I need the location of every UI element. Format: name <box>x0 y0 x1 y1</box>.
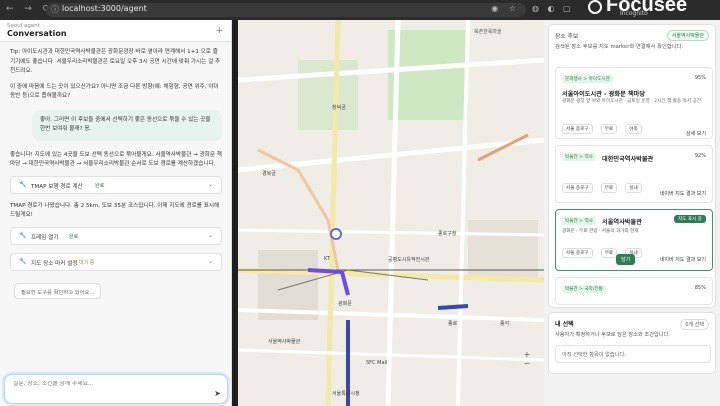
extension-icons[interactable]: ◍ ◐ ▢ <box>532 4 574 13</box>
map-view[interactable]: 북촌한옥마을 창덕궁 경복궁 광화문 종각 종로 서울역사박물관 SFC Mal… <box>238 20 544 406</box>
thinking-indicator: 필요한 도구를 확인하고 있어요... <box>14 282 102 299</box>
place-info: 광화문 광장 앞 야외 아이도시관 · 금토일 운영 · 2시간 책 활용 독서… <box>562 99 701 104</box>
tag: 무료 <box>600 248 618 258</box>
tag: 서울 종로구 <box>562 124 593 134</box>
user-message: 좋아. 그러면 이 후보들 중에서 선택하기 좋은 동선으로 묶을 수 있는 곳… <box>32 109 222 141</box>
info-icon[interactable]: ⓘ <box>51 4 59 15</box>
bookmark-icon[interactable]: ◉ ☆ <box>491 4 520 13</box>
map-label: 공평도시유적전시관 <box>388 257 430 263</box>
category-chip: 박물관 > 국악/전통 <box>562 285 606 293</box>
chat-header: Seoul agent Conversation + <box>0 20 231 42</box>
map-label: 서울역사박물관 <box>268 339 301 345</box>
map-canvas[interactable] <box>238 20 544 406</box>
zoom-out-icon[interactable]: − <box>520 359 534 368</box>
map-label: 서울특별시청 <box>332 391 360 397</box>
my-selection-desc: 사용자가 확정하거나 후보로 담은 장소와 조건입니다. <box>555 332 670 338</box>
detail-link[interactable]: 네이버 지도 결과 보기 <box>660 256 706 263</box>
candidate-title: 장소 후보 <box>555 34 579 40</box>
place-name: 서울역사박물관 <box>602 219 642 226</box>
places-panel: 장소 후보 서울역사박물관 검색된 장소 후보를 지도 marker와 연결해서… <box>544 20 720 406</box>
tool-call-marker[interactable]: 🔧 지도 장소 마커 설정 대기 중 ⌄ <box>10 252 222 271</box>
place-card[interactable]: 문화행사 > 아이도시관 95% 서울아이도시관 - 광화문 책마당 광화문 광… <box>555 67 713 139</box>
map-label: 광화문 <box>338 301 352 307</box>
place-name: 서울아이도시관 - 광화문 책마당 <box>562 91 646 98</box>
tag: 서울 종로구 <box>562 248 593 258</box>
assistant-message: 좋습니다! 지도에 있는 4곳을 도보 선택 동선으로 묶어볼게요. 서울역사박… <box>10 151 222 168</box>
tool-call-frame[interactable]: 🔧 프레임 열기 완료 ⌄ <box>10 226 222 245</box>
address-bar[interactable]: ⓘ localhost:3000/agent ◉ ☆ <box>46 3 526 17</box>
tag: 서울 종로구 <box>562 183 593 193</box>
match-percent: 85% <box>694 285 706 291</box>
chat-input-box[interactable]: ➤ <box>4 374 228 404</box>
map-shown-badge: 지도 표시 중 <box>673 215 706 223</box>
wrench-icon: 🔧 <box>19 231 27 239</box>
tag-list: 서울 종로구 무료 야외 <box>562 115 645 134</box>
message-list: Tip: 아이도시관과 대한민국역사박물관은 광화문광장 바로 옆이라 연계해서… <box>0 42 232 372</box>
my-selection-card: 내 선택 0개 선택 사용자가 확정하거나 후보로 담은 장소와 조건입니다. … <box>548 312 716 374</box>
zoom-in-icon[interactable]: + <box>520 350 534 359</box>
zoom-controls[interactable]: + − <box>520 350 534 368</box>
tool-label: 지도 장소 마커 설정 <box>31 260 78 267</box>
url-text: localhost:3000/agent <box>62 4 147 13</box>
page-title: Conversation <box>7 29 67 38</box>
tag: 실내 <box>625 183 642 193</box>
match-percent: 92% <box>694 153 706 159</box>
category-chip: 박물관 > 역사 <box>562 217 596 225</box>
add-button[interactable]: 담기 <box>616 254 636 265</box>
assistant-message: TMAP 경로가 나왔습니다. 총 2.5km, 도보 35분 코스입니다. 이… <box>10 202 220 219</box>
tool-status: 대기 중 <box>79 259 95 266</box>
chat-panel: Seoul agent Conversation + Tip: 아이도시관과 대… <box>0 20 232 406</box>
map-label: 종로구청 <box>438 231 457 237</box>
tag: 야외 <box>625 124 642 134</box>
map-label: 종각 <box>500 321 510 327</box>
place-card[interactable]: 박물관 > 역사 대한민국역사박물관 92% 서울 종로구 무료 실내 네이버 … <box>555 145 713 203</box>
detail-link[interactable]: 상세 보기 <box>686 130 706 137</box>
tool-call-route[interactable]: 🔧 TMAP 보행 경로 계산 완료 ⌄ <box>10 175 222 194</box>
map-label: SFC Mall <box>366 360 388 366</box>
tag-list: 서울 종로구 무료 실내 <box>562 174 645 193</box>
tool-label: 프레임 열기 <box>31 234 59 241</box>
map-label: 창덕궁 <box>332 105 346 111</box>
assistant-message: 이 중에 마음에 드는 곳이 있으신가요? 아니면 조금 다른 방향(예: 체험… <box>10 83 219 100</box>
map-label: 종로 <box>448 321 458 327</box>
chat-input[interactable] <box>13 381 213 387</box>
empty-state: 아직 선택한 항목이 없습니다. <box>555 345 711 363</box>
place-card-selected[interactable]: 박물관 > 역사 서울역사박물관 지도 표시 중 광화문 · 무료 관람 · 서… <box>555 209 713 271</box>
browser-toolbar: ← → ⟳ ⓘ localhost:3000/agent ◉ ☆ ◍ ◐ ▢ F… <box>0 0 720 20</box>
category-chip: 문화행사 > 아이도시관 <box>562 75 613 83</box>
map-label: 경복궁 <box>262 171 276 177</box>
chevron-down-icon[interactable]: ⌄ <box>208 181 213 188</box>
tool-status: 완료 <box>69 233 79 240</box>
detail-link[interactable]: 네이버 지도 결과 보기 <box>660 190 706 197</box>
tag: 무료 <box>600 124 618 134</box>
status-badge: 서울역사박물관 <box>666 30 709 41</box>
chevron-down-icon[interactable]: ⌄ <box>208 232 213 239</box>
match-percent: 95% <box>694 75 706 81</box>
category-chip: 박물관 > 역사 <box>562 153 596 161</box>
send-icon[interactable]: ➤ <box>214 389 221 398</box>
incognito-label: Incognito <box>620 10 648 17</box>
assistant-message: Tip: 아이도시관과 대한민국역사박물관은 광화문광장 바로 옆이라 연계해서… <box>10 49 221 74</box>
wrench-icon: 🔧 <box>19 257 27 265</box>
new-chat-icon[interactable]: + <box>215 26 223 36</box>
chevron-down-icon[interactable]: ⌄ <box>208 258 213 265</box>
place-info: 광화문 · 무료 관람 · 서울의 과거와 현재 <box>562 229 639 234</box>
tool-status: 완료 <box>95 182 105 189</box>
place-card[interactable]: 박물관 > 국악/전통 85% <box>555 277 713 305</box>
map-label: KT <box>324 256 330 262</box>
candidate-card: 장소 후보 서울역사박물관 검색된 장소 후보를 지도 marker와 연결해서… <box>548 24 716 308</box>
my-selection-title: 내 선택 <box>555 321 574 328</box>
focusee-logo-icon <box>588 0 602 14</box>
selection-count-badge: 0개 선택 <box>680 319 709 330</box>
tool-label: TMAP 보행 경로 계산 <box>31 183 83 190</box>
candidate-desc: 검색된 장소 후보를 지도 marker와 연결해서 확인합니다. <box>555 44 684 50</box>
map-label: 북촌한옥마을 <box>474 29 502 35</box>
wrench-icon: 🔧 <box>19 180 27 188</box>
tag: 무료 <box>600 183 618 193</box>
place-name: 대한민국역사박물관 <box>602 156 654 163</box>
